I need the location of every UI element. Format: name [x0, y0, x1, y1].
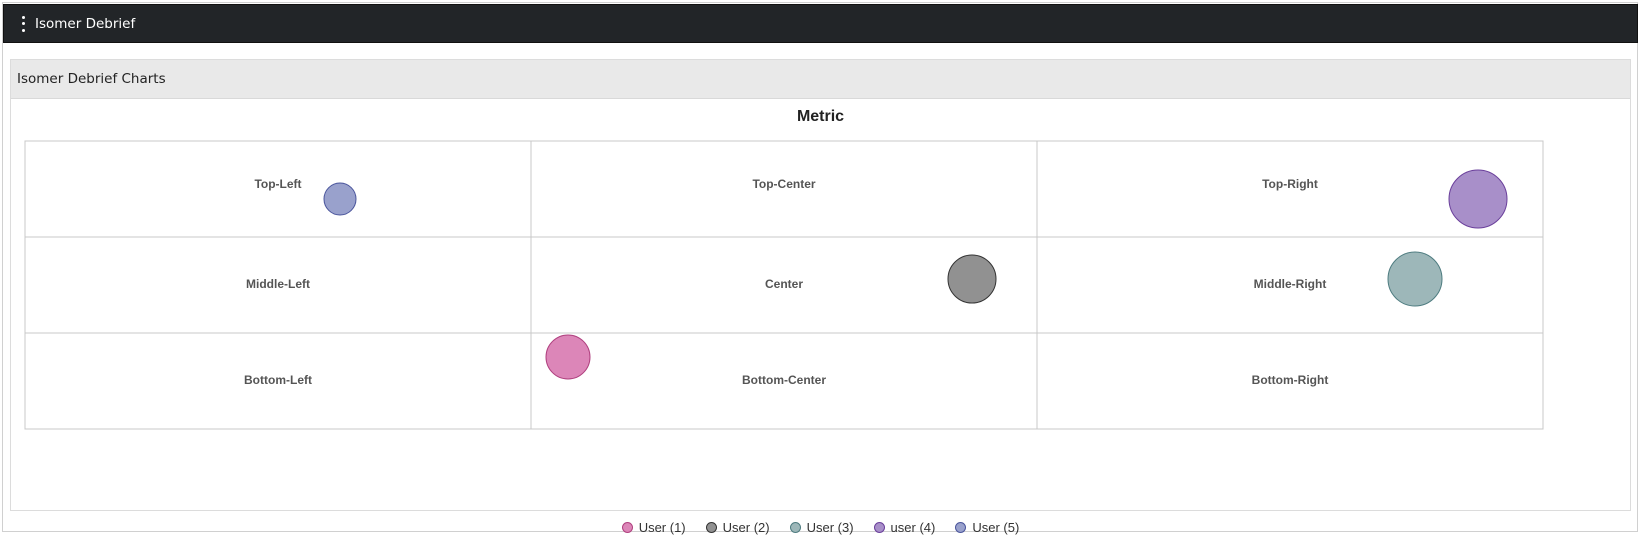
cell-label-top-left: Top-Left — [254, 177, 301, 191]
legend-dot-icon — [955, 522, 967, 533]
legend-label: User (1) — [638, 520, 686, 535]
legend-dot-icon — [705, 522, 717, 533]
legend-item[interactable]: User (2) — [705, 520, 770, 535]
app-title: Isomer Debrief — [35, 15, 136, 32]
cell-label-top-center: Top-Center — [752, 177, 815, 191]
legend-item[interactable]: user (4) — [873, 520, 936, 535]
bubble-user-4[interactable] — [1448, 169, 1508, 229]
cell-label-bottom-right: Bottom-Right — [1252, 373, 1329, 387]
top-navbar: Isomer Debrief — [3, 4, 1638, 43]
legend-item[interactable]: User (1) — [621, 520, 686, 535]
cell-label-bottom-center: Bottom-Center — [742, 373, 826, 387]
cell-label-middle-right: Middle-Right — [1254, 277, 1327, 291]
bubble-user-2[interactable] — [947, 254, 997, 304]
cell-label-middle-left: Middle-Left — [246, 277, 310, 291]
legend-item[interactable]: User (5) — [955, 520, 1019, 535]
legend-dot-icon — [873, 522, 885, 533]
charts-panel: Isomer Debrief Charts Metric Top-Left Top… — [10, 59, 1631, 535]
legend-label: User (2) — [722, 520, 770, 535]
cell-label-bottom-left: Bottom-Left — [244, 373, 312, 387]
bubble-user-5[interactable] — [323, 182, 357, 216]
cell-label-top-right: Top-Right — [1262, 177, 1318, 191]
legend-label: user (4) — [890, 520, 936, 535]
bubble-user-1[interactable] — [545, 334, 591, 380]
bubble-user-3[interactable] — [1387, 251, 1443, 307]
legend-dot-icon — [621, 522, 633, 533]
metric-chart: Top-Left Top-Center Top-Right Middle-Left Ce… — [24, 140, 1544, 430]
legend-dot-icon — [789, 522, 801, 533]
legend-label: User (5) — [972, 520, 1020, 535]
chart-legend: User (1) User (2) User (3) user (4) User (5) — [11, 520, 1630, 535]
legend-item[interactable]: User (3) — [789, 520, 854, 535]
kebab-menu-icon[interactable] — [17, 15, 29, 32]
legend-label: User (3) — [806, 520, 854, 535]
cell-label-center: Center — [765, 277, 803, 291]
